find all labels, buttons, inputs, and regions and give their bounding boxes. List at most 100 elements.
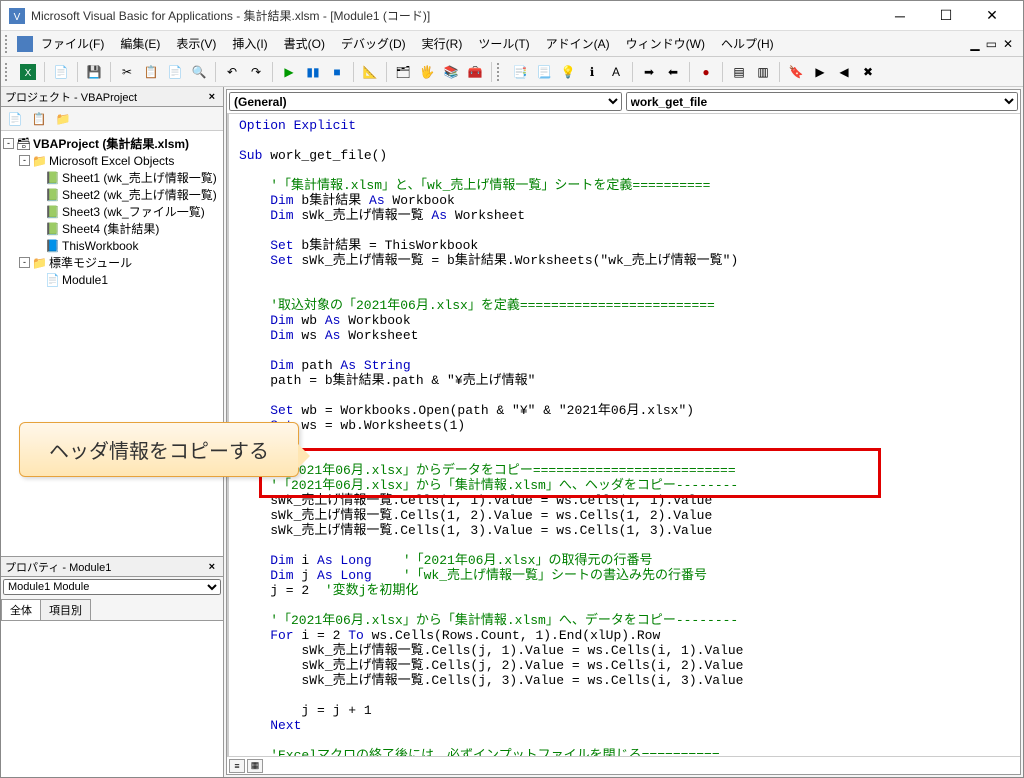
sheet-icon: 📗 — [45, 188, 59, 202]
sheet-icon: 📗 — [45, 205, 59, 219]
menu-help[interactable]: ヘルプ(H) — [713, 32, 782, 55]
list-constants-button[interactable]: 📃 — [533, 61, 555, 83]
mdi-restore-button[interactable]: ▭ — [986, 37, 997, 51]
bookmark-button[interactable]: 🔖 — [785, 61, 807, 83]
tree-sheet2[interactable]: Sheet2 (wk_売上げ情報一覧) — [62, 186, 217, 203]
full-module-view-button[interactable]: ▦ — [247, 759, 263, 773]
callout-text: ヘッダ情報をコピーする — [49, 441, 269, 463]
menu-file[interactable]: ファイル(F) — [33, 32, 112, 55]
tree-sheet3[interactable]: Sheet3 (wk_ファイル一覧) — [62, 203, 205, 220]
menubar: ファイル(F) 編集(E) 表示(V) 挿入(I) 書式(O) デバッグ(D) … — [1, 31, 1023, 57]
reset-button[interactable]: ■ — [326, 61, 348, 83]
redo-button[interactable]: ↷ — [245, 61, 267, 83]
complete-word-button[interactable]: A — [605, 61, 627, 83]
project-pane-close-button[interactable]: × — [205, 91, 219, 103]
sheet-icon: 📗 — [45, 171, 59, 185]
tree-sheet4[interactable]: Sheet4 (集計結果) — [62, 220, 159, 237]
object-combo[interactable]: (General) — [229, 92, 622, 111]
code-scroll[interactable]: Option Explicit Sub work_get_file() '「集計… — [227, 114, 1020, 756]
project-pane-header: プロジェクト - VBAProject × — [1, 87, 223, 107]
uncomment-block-button[interactable]: ▥ — [752, 61, 774, 83]
next-bookmark-button[interactable]: ▶ — [809, 61, 831, 83]
save-button[interactable]: 💾 — [83, 61, 105, 83]
expand-icon[interactable]: - — [3, 138, 14, 149]
indent-button[interactable]: ➡ — [638, 61, 660, 83]
menu-debug[interactable]: デバッグ(D) — [333, 32, 414, 55]
menu-view[interactable]: 表示(V) — [168, 32, 224, 55]
run-button[interactable]: ▶ — [278, 61, 300, 83]
toggle-folders-button[interactable]: 📁 — [53, 109, 73, 129]
minimize-button[interactable]: ─ — [877, 2, 923, 30]
tree-module1[interactable]: Module1 — [62, 273, 108, 287]
expand-icon[interactable]: - — [19, 257, 30, 268]
code-combo-row: (General) work_get_file — [227, 90, 1020, 114]
titlebar: V Microsoft Visual Basic for Application… — [1, 1, 1023, 31]
mdi-close-button[interactable]: ✕ — [1003, 37, 1013, 51]
project-root[interactable]: VBAProject (集計結果.xlsm) — [33, 135, 189, 152]
properties-tabs: 全体 項目別 — [1, 599, 223, 621]
parameter-info-button[interactable]: ℹ — [581, 61, 603, 83]
toolbar-grip[interactable] — [5, 63, 13, 81]
app-window: V Microsoft Visual Basic for Application… — [0, 0, 1024, 778]
menu-addins[interactable]: アドイン(A) — [538, 32, 618, 55]
module-icon: 📄 — [45, 273, 59, 287]
tree-sheet1[interactable]: Sheet1 (wk_売上げ情報一覧) — [62, 169, 217, 186]
view-object-button[interactable]: 📋 — [29, 109, 49, 129]
folder-icon: 📁 — [32, 154, 46, 168]
insert-module-button[interactable]: 📄 — [50, 61, 72, 83]
break-button[interactable]: ▮▮ — [302, 61, 324, 83]
tab-categorized[interactable]: 項目別 — [40, 599, 91, 620]
procedure-view-button[interactable]: ≡ — [229, 759, 245, 773]
project-tree[interactable]: -🗃VBAProject (集計結果.xlsm) -📁Microsoft Exc… — [1, 131, 223, 557]
list-properties-button[interactable]: 📑 — [509, 61, 531, 83]
prev-bookmark-button[interactable]: ◀ — [833, 61, 855, 83]
svg-text:V: V — [14, 12, 21, 23]
maximize-button[interactable]: ☐ — [923, 2, 969, 30]
main-toolbar: X 📄 💾 ✂ 📋 📄 🔍 ↶ ↷ ▶ ▮▮ ■ 📐 🗂 🖐 📚 🧰 📑 📃 💡… — [1, 57, 1023, 87]
toolbox-button[interactable]: 🧰 — [464, 61, 486, 83]
breakpoint-button[interactable]: ● — [695, 61, 717, 83]
menu-window[interactable]: ウィンドウ(W) — [618, 32, 713, 55]
view-excel-button[interactable]: X — [17, 61, 39, 83]
menu-edit[interactable]: 編集(E) — [112, 32, 168, 55]
menu-run[interactable]: 実行(R) — [414, 32, 471, 55]
project-explorer-button[interactable]: 🗂 — [392, 61, 414, 83]
object-browser-button[interactable]: 📚 — [440, 61, 462, 83]
tree-thisworkbook[interactable]: ThisWorkbook — [62, 239, 138, 253]
properties-button[interactable]: 🖐 — [416, 61, 438, 83]
menu-format[interactable]: 書式(O) — [276, 32, 333, 55]
view-code-button[interactable]: 📄 — [5, 109, 25, 129]
comment-block-button[interactable]: ▤ — [728, 61, 750, 83]
quick-info-button[interactable]: 💡 — [557, 61, 579, 83]
copy-button[interactable]: 📋 — [140, 61, 162, 83]
code-editor[interactable]: Option Explicit Sub work_get_file() '「集計… — [227, 114, 1020, 756]
window-title: Microsoft Visual Basic for Applications … — [31, 7, 877, 24]
properties-pane-header: プロパティ - Module1 × — [1, 557, 223, 577]
outdent-button[interactable]: ⬅ — [662, 61, 684, 83]
excel-objects-folder[interactable]: Microsoft Excel Objects — [49, 154, 174, 168]
expand-icon[interactable]: - — [19, 155, 30, 166]
close-button[interactable]: ✕ — [969, 2, 1015, 30]
find-button[interactable]: 🔍 — [188, 61, 210, 83]
clear-bookmarks-button[interactable]: ✖ — [857, 61, 879, 83]
cut-button[interactable]: ✂ — [116, 61, 138, 83]
modules-folder[interactable]: 標準モジュール — [49, 254, 132, 271]
properties-object-selector[interactable]: Module1 Module — [3, 579, 221, 595]
mdi-minimize-button[interactable]: ▁ — [970, 37, 979, 51]
project-mini-toolbar: 📄 📋 📁 — [1, 107, 223, 131]
properties-pane-close-button[interactable]: × — [205, 561, 219, 573]
vba-menu-icon — [17, 36, 33, 52]
design-mode-button[interactable]: 📐 — [359, 61, 381, 83]
folder-icon: 📁 — [32, 256, 46, 270]
toolbar-grip-2[interactable] — [497, 63, 505, 81]
annotation-callout: ヘッダ情報をコピーする — [19, 422, 299, 477]
undo-button[interactable]: ↶ — [221, 61, 243, 83]
procedure-combo[interactable]: work_get_file — [626, 92, 1019, 111]
tab-all[interactable]: 全体 — [1, 599, 41, 620]
paste-button[interactable]: 📄 — [164, 61, 186, 83]
menu-insert[interactable]: 挿入(I) — [224, 32, 275, 55]
menu-tools[interactable]: ツール(T) — [470, 32, 537, 55]
project-icon: 🗃 — [16, 137, 30, 151]
properties-grid[interactable] — [1, 621, 223, 777]
toolbar-grip[interactable] — [5, 35, 13, 53]
